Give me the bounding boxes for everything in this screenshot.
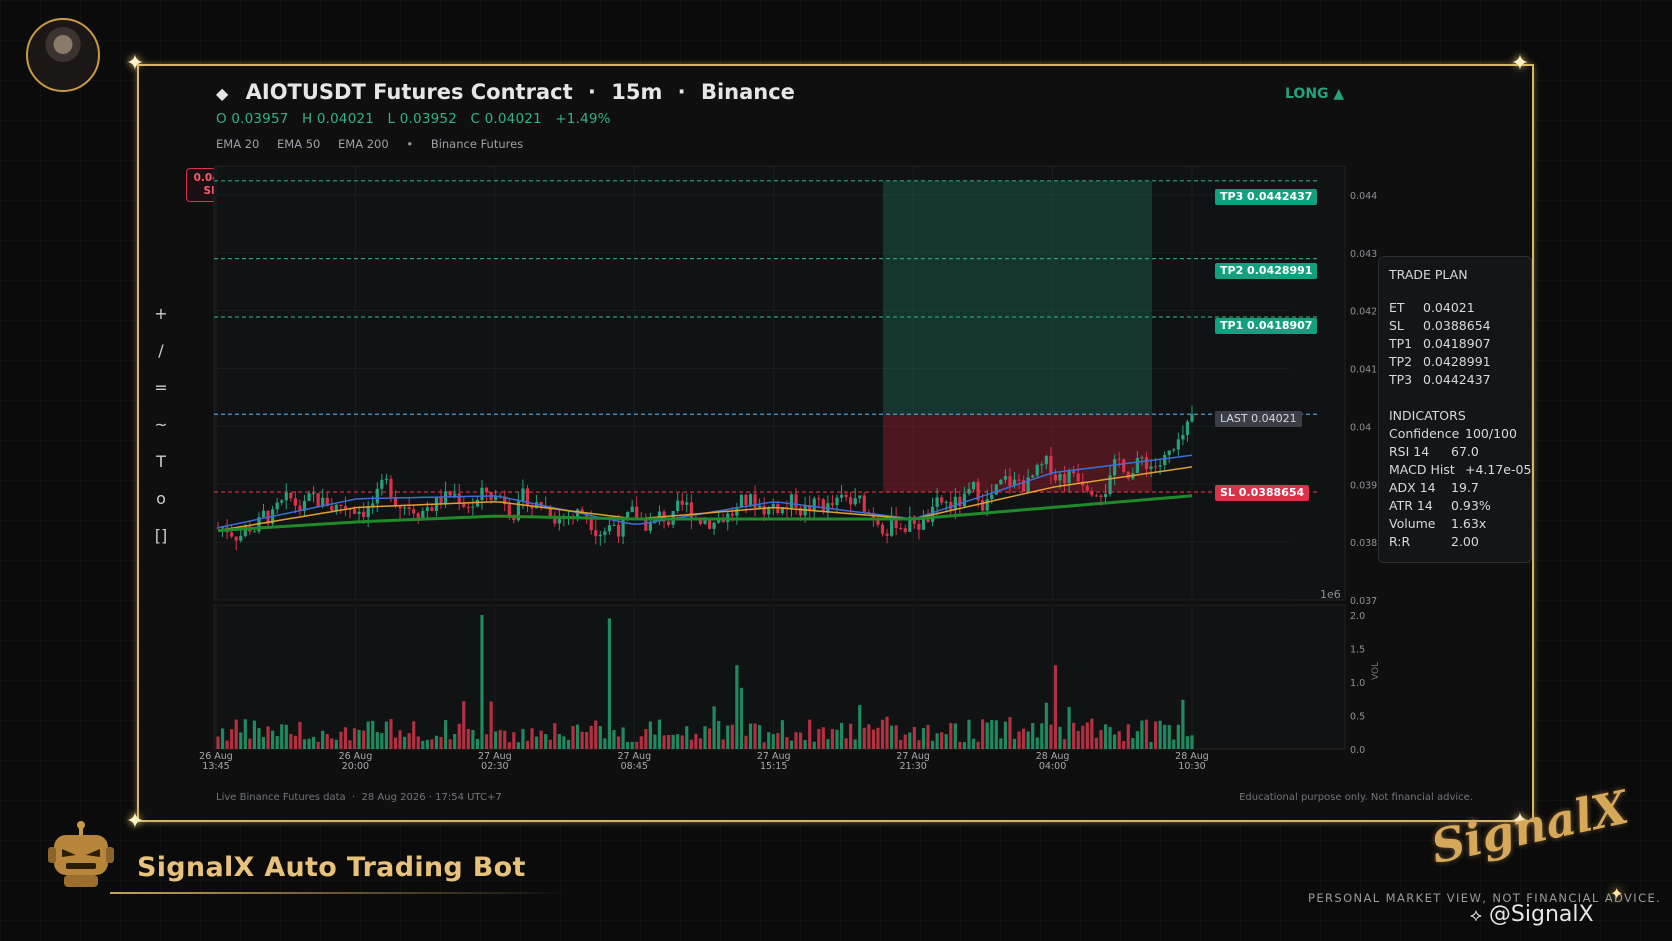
plan-value: 0.0442437 bbox=[1423, 372, 1491, 387]
plan-value: 0.04021 bbox=[1423, 300, 1475, 315]
trade-plan-title: TRADE PLAN bbox=[1389, 267, 1468, 282]
sell-button[interactable]: 0.04021 SELL bbox=[186, 168, 249, 202]
brush-tool[interactable]: ~ bbox=[150, 415, 172, 434]
legend-ema50[interactable]: EMA 50 bbox=[277, 137, 320, 151]
indicator-key: ATR 14 bbox=[1389, 498, 1433, 513]
ohlc-readout: O 0.03957 H 0.04021 L 0.03952 C 0.04021 … bbox=[216, 111, 611, 127]
timeframe[interactable]: 15m bbox=[611, 80, 662, 104]
buy-button[interactable]: 0.04021 BUY bbox=[280, 168, 343, 202]
legend-separator: • bbox=[406, 137, 414, 151]
plan-key: TP2 bbox=[1389, 354, 1413, 369]
diamond-icon: ◆ bbox=[216, 84, 229, 103]
chart-title: ◆ AIOTUSDT Futures Contract · 15m · Bina… bbox=[216, 80, 795, 104]
sell-label: SELL bbox=[203, 185, 232, 197]
last-price-label: LAST 0.04021 bbox=[1215, 411, 1302, 427]
indicator-row: MACD Hist +4.17e-05 bbox=[1389, 462, 1531, 480]
indicator-key: R:R bbox=[1389, 534, 1411, 549]
indicator-key: MACD Hist bbox=[1389, 462, 1455, 477]
plan-row: TP2 0.0428991 bbox=[1389, 354, 1521, 372]
indicator-row: RSI 14 67.0 bbox=[1389, 444, 1521, 462]
indicator-value: +4.17e-05 bbox=[1465, 462, 1532, 477]
horizontal-line-tool[interactable]: = bbox=[150, 378, 172, 397]
plan-key: TP3 bbox=[1389, 372, 1413, 387]
indicator-key: Confidence bbox=[1389, 426, 1460, 441]
plan-row: TP3 0.0442437 bbox=[1389, 372, 1521, 390]
buy-price: 0.04021 bbox=[287, 172, 336, 184]
indicator-value: 2.00 bbox=[1451, 534, 1479, 549]
symbol-name: AIOTUSDT Futures Contract bbox=[245, 80, 573, 104]
plan-row: TP1 0.0418907 bbox=[1389, 336, 1521, 354]
indicator-row: Confidence 100/100 bbox=[1389, 426, 1521, 444]
indicator-key: ADX 14 bbox=[1389, 480, 1436, 495]
bot-title: SignalX Auto Trading Bot bbox=[137, 852, 526, 883]
indicator-value: 1.63x bbox=[1451, 516, 1487, 531]
frame-corner-sparkle: ✦ bbox=[125, 809, 145, 834]
plan-key: TP1 bbox=[1389, 336, 1413, 351]
indicator-row: ADX 14 19.7 bbox=[1389, 480, 1521, 498]
indicator-key: Volume bbox=[1389, 516, 1436, 531]
binance-icon: ⟡ bbox=[1470, 905, 1482, 926]
buy-label: BUY bbox=[299, 185, 324, 197]
indicator-row: R:R 2.00 bbox=[1389, 534, 1521, 552]
tp3-label: TP3 0.0442437 bbox=[1215, 189, 1318, 205]
legend-source: Binance Futures bbox=[430, 137, 524, 151]
indicator-value: 67.0 bbox=[1451, 444, 1479, 459]
data-source-note: Live Binance Futures data · 28 Aug 2026 … bbox=[216, 792, 502, 803]
frame-corner-sparkle: ✦ bbox=[125, 51, 145, 76]
plan-value: 0.0428991 bbox=[1423, 354, 1491, 369]
direction-badge: LONG ▲ bbox=[1285, 86, 1345, 102]
indicator-value: 19.7 bbox=[1451, 480, 1479, 495]
handle-text: @SignalX bbox=[1488, 902, 1594, 927]
plan-key: SL bbox=[1389, 318, 1404, 333]
trendline-tool[interactable]: / bbox=[150, 341, 172, 360]
avatar bbox=[26, 18, 100, 92]
rectangle-tool[interactable]: [] bbox=[150, 526, 172, 545]
indicator-legend: EMA 20 EMA 50 EMA 200 • Binance Futures bbox=[216, 137, 523, 151]
tp2-label: TP2 0.0428991 bbox=[1215, 263, 1318, 279]
frame-corner-sparkle: ✦ bbox=[1510, 51, 1530, 76]
robot-icon bbox=[48, 821, 114, 887]
ellipse-tool[interactable]: o bbox=[150, 489, 172, 508]
indicator-row: Volume 1.63x bbox=[1389, 516, 1521, 534]
crosshair-tool[interactable]: + bbox=[150, 304, 172, 323]
bot-title-underline bbox=[110, 892, 570, 894]
sl-label: SL 0.0388654 bbox=[1215, 485, 1310, 501]
exchange-name: Binance bbox=[700, 80, 795, 104]
plan-value: 0.0388654 bbox=[1423, 318, 1491, 333]
title-separator: · bbox=[587, 80, 596, 104]
text-tool[interactable]: T bbox=[150, 452, 172, 471]
trade-plan-panel: TRADE PLAN ET 0.04021 SL 0.0388654 TP1 0.0418… bbox=[1378, 256, 1532, 563]
plan-value: 0.0418907 bbox=[1423, 336, 1491, 351]
brand-handle: ⟡ @SignalX bbox=[1470, 902, 1594, 927]
legend-ema200[interactable]: EMA 200 bbox=[338, 137, 389, 151]
indicator-value: 0.93% bbox=[1451, 498, 1491, 513]
disclaimer: Educational purpose only. Not financial … bbox=[1239, 792, 1473, 803]
plan-row: ET 0.04021 bbox=[1389, 300, 1521, 318]
indicator-key: RSI 14 bbox=[1389, 444, 1430, 459]
sparkle-icon: ✦ bbox=[1610, 884, 1624, 903]
indicator-value: 100/100 bbox=[1465, 426, 1517, 441]
plan-key: ET bbox=[1389, 300, 1405, 315]
legend-ema20[interactable]: EMA 20 bbox=[216, 137, 259, 151]
title-separator: · bbox=[677, 80, 686, 104]
indicators-title: INDICATORS bbox=[1389, 408, 1466, 423]
tp1-label: TP1 0.0418907 bbox=[1215, 318, 1318, 334]
sell-price: 0.04021 bbox=[193, 172, 242, 184]
plan-row: SL 0.0388654 bbox=[1389, 318, 1521, 336]
indicator-row: ATR 14 0.93% bbox=[1389, 498, 1521, 516]
